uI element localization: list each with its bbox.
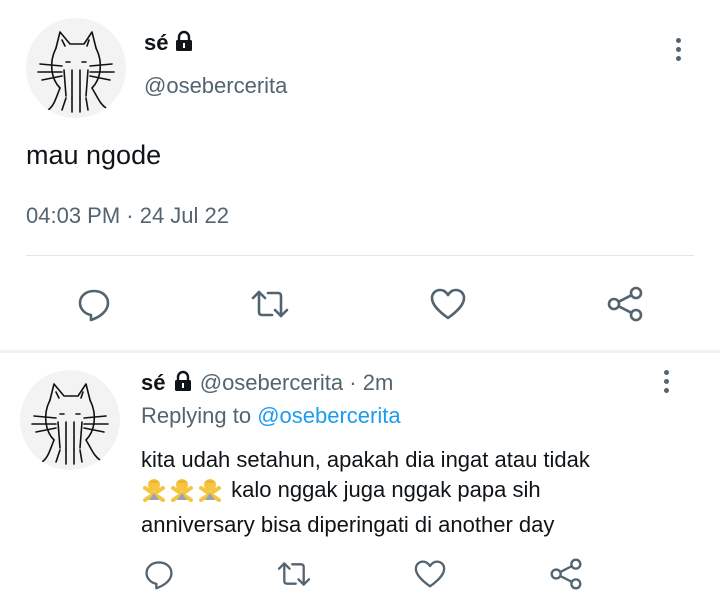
cat-avatar-icon: [31, 383, 109, 465]
reply-text: kita udah setahun, apakah dia ingat atau…: [141, 445, 701, 540]
cat-avatar-icon: [37, 31, 115, 113]
timestamp[interactable]: 04:03 PM · 24 Jul 22: [26, 203, 229, 229]
section-separator: [0, 350, 720, 353]
replying-label: Replying to: [141, 403, 252, 428]
retweet-button[interactable]: [276, 556, 312, 592]
like-button[interactable]: [412, 556, 448, 592]
reply-icon: [145, 561, 173, 590]
retweet-icon: [251, 290, 289, 318]
reply-author-row: sé @osebercerita · 2m: [141, 370, 393, 398]
replying-to: Replying to @osebercerita: [141, 403, 401, 429]
avatar[interactable]: [20, 370, 120, 470]
more-vertical-icon[interactable]: [661, 370, 671, 396]
tweet-text: mau ngode: [26, 140, 162, 170]
lock-icon: [173, 30, 195, 57]
reply-button[interactable]: [141, 556, 177, 592]
share-button[interactable]: [548, 556, 584, 592]
like-icon: [430, 288, 466, 320]
display-name[interactable]: sé: [141, 370, 165, 395]
reply-button[interactable]: [74, 284, 114, 324]
reply-line: anniversary bisa diperingati di another …: [141, 512, 555, 537]
relative-time[interactable]: 2m: [363, 370, 394, 395]
reply-icon: [78, 289, 110, 322]
reply-line-text: kalo nggak juga nggak papa sih: [231, 477, 541, 502]
mention-link[interactable]: @osebercerita: [257, 403, 400, 428]
more-vertical-icon[interactable]: [673, 38, 683, 64]
reply-line: 🙅‍♂️🙅‍♂️🙅‍♂️ kalo nggak juga nggak papa …: [141, 475, 701, 510]
man-gesturing-no-icon: [169, 476, 195, 510]
like-button[interactable]: [428, 284, 468, 324]
share-icon: [550, 558, 582, 590]
handle[interactable]: @osebercerita: [200, 370, 343, 395]
handle[interactable]: @osebercerita: [144, 73, 287, 99]
retweet-button[interactable]: [250, 284, 290, 324]
lock-icon: [172, 370, 194, 398]
like-icon: [414, 560, 446, 588]
separator: ·: [349, 370, 357, 395]
display-name[interactable]: sé: [144, 30, 168, 55]
share-button[interactable]: [605, 284, 645, 324]
main-author: sé: [144, 30, 195, 57]
avatar[interactable]: [26, 18, 126, 118]
man-gesturing-no-icon: [141, 476, 167, 510]
reply-line: kita udah setahun, apakah dia ingat atau…: [141, 447, 590, 472]
retweet-icon: [277, 562, 311, 586]
man-gesturing-no-icon: [197, 476, 223, 510]
divider: [26, 255, 694, 256]
share-icon: [607, 286, 643, 322]
